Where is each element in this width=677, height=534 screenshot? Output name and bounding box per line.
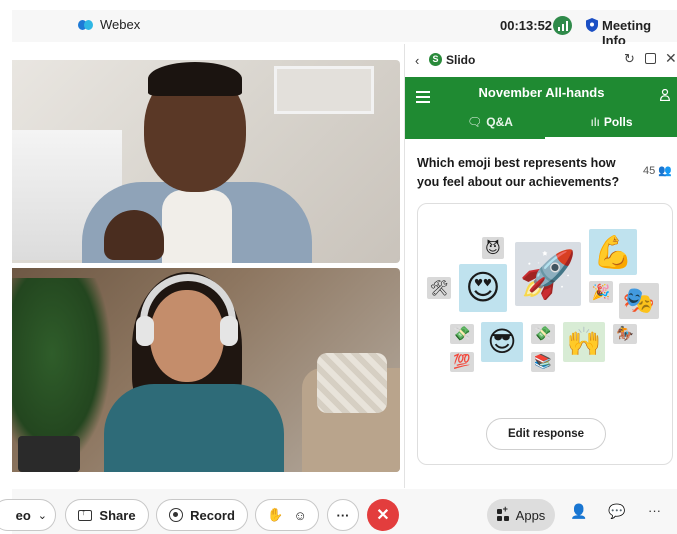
participant-video-tile[interactable] <box>12 268 400 472</box>
chevron-left-icon[interactable]: ‹ <box>415 53 419 68</box>
more-options-button[interactable]: ··· <box>327 499 359 531</box>
shield-icon <box>586 18 598 32</box>
headphone-left-cup <box>136 316 154 346</box>
participant-hair <box>148 62 242 96</box>
share-button-label: Share <box>99 507 136 523</box>
slido-panel: ‹ S Slido ↻ ✕ November All-hands 🗨 Q&A ıl… <box>404 44 677 488</box>
horse-racing-emoji: 🏇 <box>613 324 637 344</box>
money-wings-emoji: 💸 <box>450 324 474 344</box>
popout-icon[interactable] <box>645 53 656 64</box>
participant-shirt <box>162 190 232 263</box>
slido-app-name: Slido <box>446 53 476 67</box>
tab-polls-label: Polls <box>603 115 633 129</box>
tab-polls[interactable]: ılı Polls <box>545 113 677 139</box>
participant-video-tile[interactable] <box>12 60 400 263</box>
end-call-button[interactable]: ✕ <box>367 499 399 531</box>
raise-hand-icon[interactable]: ✋ <box>267 507 283 523</box>
chat-icon[interactable]: 💬 <box>608 503 625 520</box>
record-button[interactable]: Record <box>156 499 248 531</box>
speech-bubble-icon: 🗨 <box>467 115 483 129</box>
people-icon: 👥 <box>658 165 672 177</box>
background-wall-art <box>274 66 374 114</box>
video-button[interactable]: eo ⌄ <box>0 499 56 531</box>
participants-icon[interactable]: 👤 <box>570 503 587 520</box>
share-button[interactable]: Share <box>65 499 149 531</box>
money-wings-emoji-2: 💸 <box>531 324 555 344</box>
smiling-devil-emoji: 😈 <box>482 237 504 259</box>
plant-pot <box>18 436 80 472</box>
network-signal-icon[interactable] <box>553 16 572 35</box>
video-grid <box>12 44 404 488</box>
slido-header: ‹ S Slido ↻ ✕ <box>405 44 677 77</box>
apps-button[interactable]: Apps <box>487 499 555 531</box>
apps-button-label: Apps <box>515 507 546 523</box>
app-name: Webex <box>100 17 141 32</box>
edit-response-button[interactable]: Edit response <box>486 418 606 450</box>
refresh-icon[interactable]: ↻ <box>624 51 635 67</box>
tab-qa[interactable]: 🗨 Q&A <box>435 113 545 139</box>
emoji-reaction-icon[interactable]: ☺ <box>293 508 306 523</box>
app-brand: Webex <box>78 17 140 32</box>
tab-qa-label: Q&A <box>486 115 513 129</box>
slido-logo-icon: S <box>429 53 442 66</box>
hundred-points-emoji: 💯 <box>450 352 474 372</box>
headphone-right-cup <box>220 316 238 346</box>
raising-hands-emoji: 🙌 <box>563 322 605 362</box>
emoji-word-cloud: 😈 😍 🚀 💪 🛠 🎉 🎭 💸 😎 💸 🙌 🏇 💯 📚 Edit respons… <box>417 203 673 465</box>
flexed-biceps-emoji: 💪 <box>589 229 637 275</box>
performing-arts-emoji: 🎭 <box>619 283 659 319</box>
share-screen-icon <box>78 507 93 521</box>
books-emoji: 📚 <box>531 352 555 372</box>
more-icon[interactable]: ··· <box>648 503 661 518</box>
heart-eyes-emoji: 😍 <box>459 264 507 312</box>
meeting-controls-bar: eo ⌄ Share Record ✋ ☺ ··· ✕ Apps 👤 💬 ··· <box>0 489 677 534</box>
sunglasses-emoji: 😎 <box>481 322 523 362</box>
rocket-emoji: 🚀 <box>515 242 581 306</box>
close-icon[interactable]: ✕ <box>665 50 677 67</box>
record-button-label: Record <box>190 507 235 523</box>
video-button-label: eo <box>15 507 31 523</box>
tools-emoji: 🛠 <box>427 277 451 299</box>
bar-chart-icon: ılı <box>590 115 600 129</box>
webex-logo-icon <box>78 18 94 32</box>
meeting-timer: 00:13:52 <box>500 18 553 33</box>
background-pillow <box>317 353 387 413</box>
chevron-down-icon[interactable]: ⌄ <box>38 509 47 522</box>
slido-event-bar: November All-hands 🗨 Q&A ılı Polls <box>405 77 677 139</box>
top-bar: Webex 00:13:52 Meeting Info <box>12 10 677 48</box>
participant-body <box>104 384 284 472</box>
record-icon <box>169 508 184 522</box>
reactions-button-group[interactable]: ✋ ☺ <box>255 499 319 531</box>
apps-grid-icon <box>496 504 509 521</box>
poll-question: Which emoji best represents how you feel… <box>417 156 620 189</box>
event-title: November All-hands <box>478 85 605 100</box>
vote-count: 45 👥 <box>643 164 672 178</box>
user-icon[interactable] <box>660 89 670 101</box>
vote-count-value: 45 <box>643 164 656 177</box>
party-popper-emoji: 🎉 <box>589 281 613 303</box>
